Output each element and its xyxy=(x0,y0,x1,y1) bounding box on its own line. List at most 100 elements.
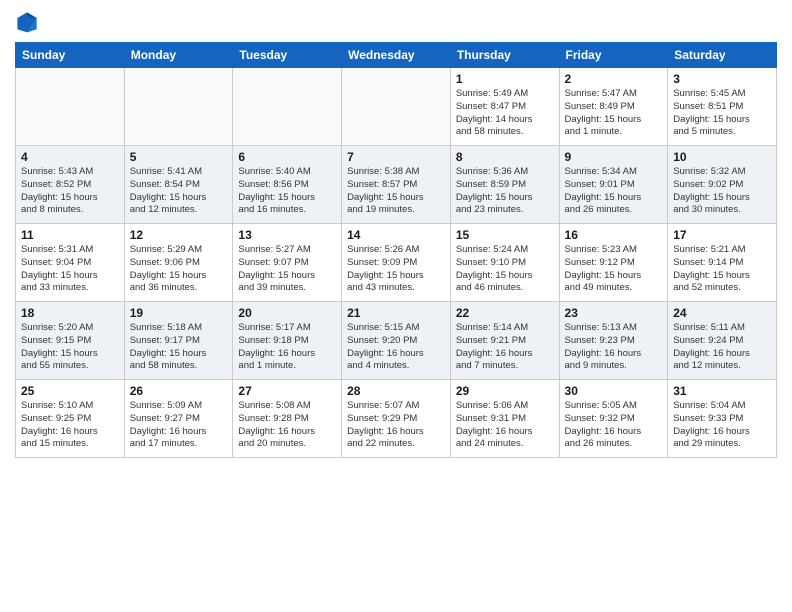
calendar-day-cell: 19 Sunrise: 5:18 AM Sunset: 9:17 PM Dayli… xyxy=(124,302,233,380)
day-number: 5 xyxy=(130,150,228,164)
day-info: Sunrise: 5:29 AM Sunset: 9:06 PM Dayligh… xyxy=(130,244,228,295)
day-info: Sunrise: 5:31 AM Sunset: 9:04 PM Dayligh… xyxy=(21,244,119,295)
calendar-day-cell xyxy=(233,68,342,146)
weekday-header: Sunday xyxy=(16,43,125,68)
weekday-header: Thursday xyxy=(450,43,559,68)
page: SundayMondayTuesdayWednesdayThursdayFrid… xyxy=(0,0,792,612)
day-number: 15 xyxy=(456,228,554,242)
weekday-header: Monday xyxy=(124,43,233,68)
day-info: Sunrise: 5:26 AM Sunset: 9:09 PM Dayligh… xyxy=(347,244,445,295)
day-number: 9 xyxy=(565,150,663,164)
calendar-day-cell: 18 Sunrise: 5:20 AM Sunset: 9:15 PM Dayli… xyxy=(16,302,125,380)
day-info: Sunrise: 5:34 AM Sunset: 9:01 PM Dayligh… xyxy=(565,166,663,217)
day-info: Sunrise: 5:41 AM Sunset: 8:54 PM Dayligh… xyxy=(130,166,228,217)
day-info: Sunrise: 5:47 AM Sunset: 8:49 PM Dayligh… xyxy=(565,88,663,139)
calendar-day-cell: 3 Sunrise: 5:45 AM Sunset: 8:51 PM Daylig… xyxy=(668,68,777,146)
day-info: Sunrise: 5:27 AM Sunset: 9:07 PM Dayligh… xyxy=(238,244,336,295)
calendar-day-cell: 2 Sunrise: 5:47 AM Sunset: 8:49 PM Daylig… xyxy=(559,68,668,146)
header-row: SundayMondayTuesdayWednesdayThursdayFrid… xyxy=(16,43,777,68)
day-number: 31 xyxy=(673,384,771,398)
header xyxy=(15,10,777,34)
day-number: 18 xyxy=(21,306,119,320)
day-info: Sunrise: 5:05 AM Sunset: 9:32 PM Dayligh… xyxy=(565,400,663,451)
day-number: 22 xyxy=(456,306,554,320)
day-number: 25 xyxy=(21,384,119,398)
calendar-day-cell: 24Sunrise: 5:11 AM Sunset: 9:24 PM Dayli… xyxy=(668,302,777,380)
day-number: 12 xyxy=(130,228,228,242)
calendar-week-row: 11 Sunrise: 5:31 AM Sunset: 9:04 PM Dayli… xyxy=(16,224,777,302)
day-number: 3 xyxy=(673,72,771,86)
weekday-header: Wednesday xyxy=(342,43,451,68)
calendar-day-cell: 22Sunrise: 5:14 AM Sunset: 9:21 PM Dayli… xyxy=(450,302,559,380)
calendar-day-cell: 6 Sunrise: 5:40 AM Sunset: 8:56 PM Daylig… xyxy=(233,146,342,224)
calendar-day-cell: 8 Sunrise: 5:36 AM Sunset: 8:59 PM Daylig… xyxy=(450,146,559,224)
weekday-header: Friday xyxy=(559,43,668,68)
day-info: Sunrise: 5:38 AM Sunset: 8:57 PM Dayligh… xyxy=(347,166,445,217)
day-number: 14 xyxy=(347,228,445,242)
calendar-week-row: 1 Sunrise: 5:49 AM Sunset: 8:47 PM Daylig… xyxy=(16,68,777,146)
day-info: Sunrise: 5:13 AM Sunset: 9:23 PM Dayligh… xyxy=(565,322,663,373)
calendar-day-cell: 9 Sunrise: 5:34 AM Sunset: 9:01 PM Daylig… xyxy=(559,146,668,224)
day-number: 6 xyxy=(238,150,336,164)
day-number: 4 xyxy=(21,150,119,164)
calendar-day-cell: 4 Sunrise: 5:43 AM Sunset: 8:52 PM Daylig… xyxy=(16,146,125,224)
day-number: 2 xyxy=(565,72,663,86)
day-info: Sunrise: 5:43 AM Sunset: 8:52 PM Dayligh… xyxy=(21,166,119,217)
calendar-day-cell: 28 Sunrise: 5:07 AM Sunset: 9:29 PM Dayli… xyxy=(342,380,451,458)
calendar-day-cell: 26 Sunrise: 5:09 AM Sunset: 9:27 PM Dayli… xyxy=(124,380,233,458)
day-number: 13 xyxy=(238,228,336,242)
day-info: Sunrise: 5:07 AM Sunset: 9:29 PM Dayligh… xyxy=(347,400,445,451)
calendar-day-cell: 13 Sunrise: 5:27 AM Sunset: 9:07 PM Dayli… xyxy=(233,224,342,302)
calendar-header: SundayMondayTuesdayWednesdayThursdayFrid… xyxy=(16,43,777,68)
calendar-day-cell: 27Sunrise: 5:08 AM Sunset: 9:28 PM Dayli… xyxy=(233,380,342,458)
calendar-day-cell: 15 Sunrise: 5:24 AM Sunset: 9:10 PM Dayli… xyxy=(450,224,559,302)
day-info: Sunrise: 5:15 AM Sunset: 9:20 PM Dayligh… xyxy=(347,322,445,373)
calendar-day-cell xyxy=(124,68,233,146)
day-number: 11 xyxy=(21,228,119,242)
calendar-day-cell: 30Sunrise: 5:05 AM Sunset: 9:32 PM Dayli… xyxy=(559,380,668,458)
day-info: Sunrise: 5:11 AM Sunset: 9:24 PM Dayligh… xyxy=(673,322,771,373)
weekday-header: Saturday xyxy=(668,43,777,68)
day-number: 19 xyxy=(130,306,228,320)
calendar-week-row: 18 Sunrise: 5:20 AM Sunset: 9:15 PM Dayli… xyxy=(16,302,777,380)
calendar-day-cell: 21 Sunrise: 5:15 AM Sunset: 9:20 PM Dayli… xyxy=(342,302,451,380)
day-info: Sunrise: 5:45 AM Sunset: 8:51 PM Dayligh… xyxy=(673,88,771,139)
calendar-day-cell: 23 Sunrise: 5:13 AM Sunset: 9:23 PM Dayli… xyxy=(559,302,668,380)
calendar-day-cell: 25 Sunrise: 5:10 AM Sunset: 9:25 PM Dayli… xyxy=(16,380,125,458)
day-number: 7 xyxy=(347,150,445,164)
day-info: Sunrise: 5:49 AM Sunset: 8:47 PM Dayligh… xyxy=(456,88,554,139)
day-info: Sunrise: 5:10 AM Sunset: 9:25 PM Dayligh… xyxy=(21,400,119,451)
calendar-day-cell: 5 Sunrise: 5:41 AM Sunset: 8:54 PM Daylig… xyxy=(124,146,233,224)
day-info: Sunrise: 5:18 AM Sunset: 9:17 PM Dayligh… xyxy=(130,322,228,373)
day-info: Sunrise: 5:20 AM Sunset: 9:15 PM Dayligh… xyxy=(21,322,119,373)
day-info: Sunrise: 5:06 AM Sunset: 9:31 PM Dayligh… xyxy=(456,400,554,451)
calendar-day-cell: 1 Sunrise: 5:49 AM Sunset: 8:47 PM Daylig… xyxy=(450,68,559,146)
day-number: 1 xyxy=(456,72,554,86)
day-number: 28 xyxy=(347,384,445,398)
calendar-day-cell: 11 Sunrise: 5:31 AM Sunset: 9:04 PM Dayli… xyxy=(16,224,125,302)
day-info: Sunrise: 5:21 AM Sunset: 9:14 PM Dayligh… xyxy=(673,244,771,295)
day-info: Sunrise: 5:09 AM Sunset: 9:27 PM Dayligh… xyxy=(130,400,228,451)
logo xyxy=(15,10,43,34)
calendar-week-row: 25 Sunrise: 5:10 AM Sunset: 9:25 PM Dayli… xyxy=(16,380,777,458)
logo-icon xyxy=(15,10,39,34)
calendar-day-cell: 10Sunrise: 5:32 AM Sunset: 9:02 PM Dayli… xyxy=(668,146,777,224)
calendar-day-cell: 7 Sunrise: 5:38 AM Sunset: 8:57 PM Daylig… xyxy=(342,146,451,224)
calendar-day-cell xyxy=(342,68,451,146)
calendar-day-cell: 16Sunrise: 5:23 AM Sunset: 9:12 PM Dayli… xyxy=(559,224,668,302)
day-info: Sunrise: 5:24 AM Sunset: 9:10 PM Dayligh… xyxy=(456,244,554,295)
day-number: 23 xyxy=(565,306,663,320)
day-number: 21 xyxy=(347,306,445,320)
day-number: 29 xyxy=(456,384,554,398)
calendar: SundayMondayTuesdayWednesdayThursdayFrid… xyxy=(15,42,777,458)
day-number: 8 xyxy=(456,150,554,164)
calendar-body: 1 Sunrise: 5:49 AM Sunset: 8:47 PM Daylig… xyxy=(16,68,777,458)
day-info: Sunrise: 5:08 AM Sunset: 9:28 PM Dayligh… xyxy=(238,400,336,451)
calendar-day-cell: 31 Sunrise: 5:04 AM Sunset: 9:33 PM Dayli… xyxy=(668,380,777,458)
day-info: Sunrise: 5:40 AM Sunset: 8:56 PM Dayligh… xyxy=(238,166,336,217)
day-info: Sunrise: 5:36 AM Sunset: 8:59 PM Dayligh… xyxy=(456,166,554,217)
calendar-day-cell: 12 Sunrise: 5:29 AM Sunset: 9:06 PM Dayli… xyxy=(124,224,233,302)
day-number: 26 xyxy=(130,384,228,398)
day-info: Sunrise: 5:04 AM Sunset: 9:33 PM Dayligh… xyxy=(673,400,771,451)
calendar-day-cell xyxy=(16,68,125,146)
